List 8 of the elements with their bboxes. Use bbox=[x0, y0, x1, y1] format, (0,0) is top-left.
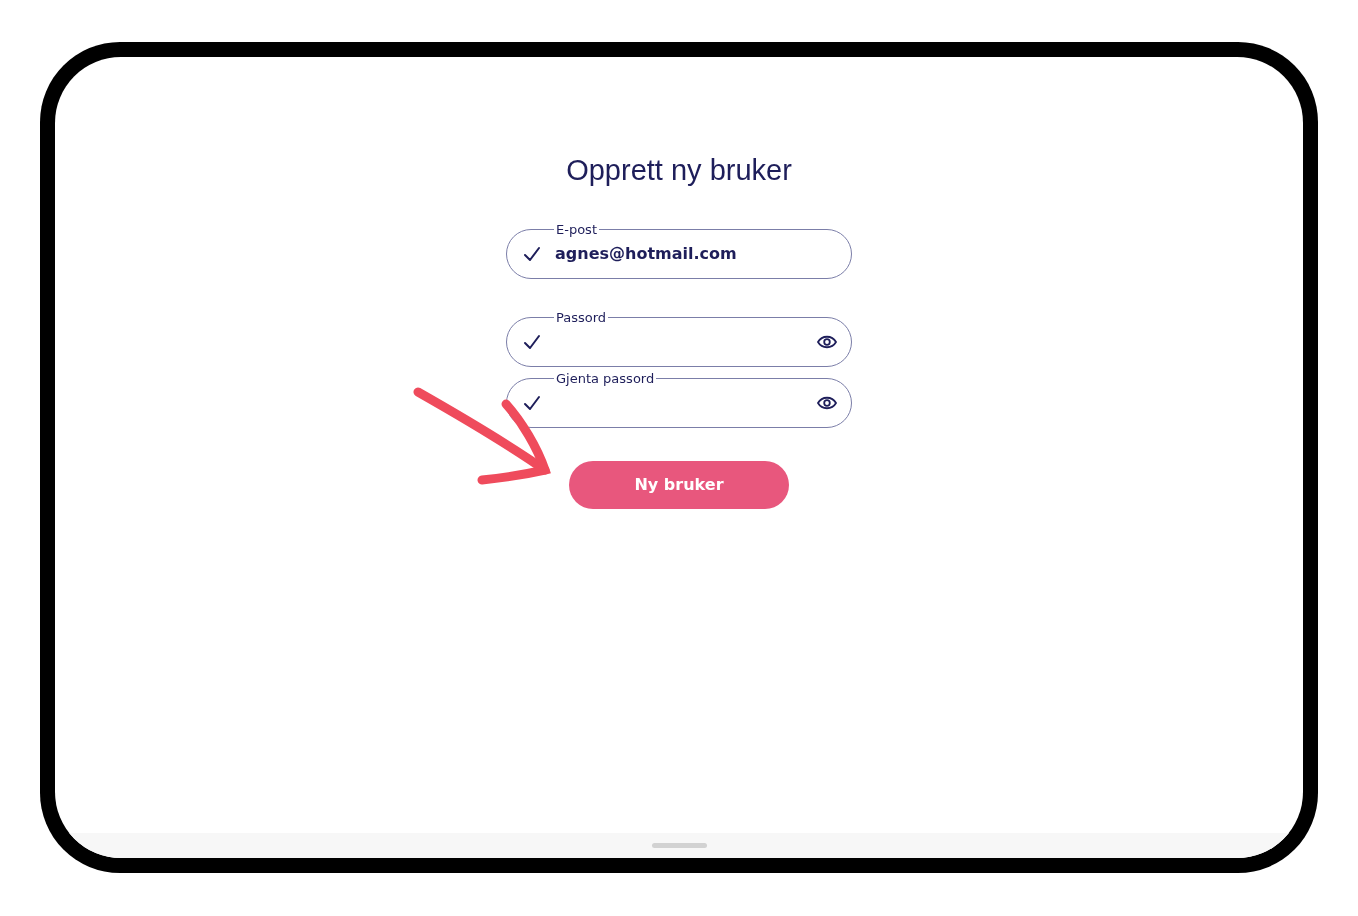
field-label: Passord bbox=[555, 309, 608, 326]
password-field[interactable]: Passord bbox=[506, 309, 852, 367]
page-title: Opprett ny bruker bbox=[566, 153, 792, 188]
field-label: E-post bbox=[555, 221, 598, 238]
field-value: agnes@hotmail.com bbox=[555, 242, 738, 265]
eye-icon[interactable] bbox=[817, 333, 837, 350]
field-label: Gjenta passord bbox=[555, 370, 656, 387]
eye-icon[interactable] bbox=[817, 394, 837, 411]
